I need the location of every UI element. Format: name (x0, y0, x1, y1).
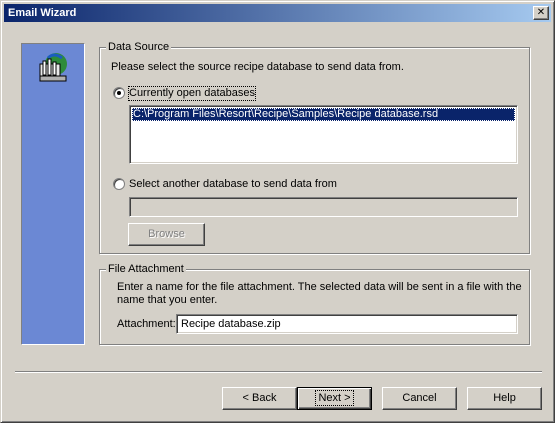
help-button[interactable]: Help (467, 387, 542, 410)
radio-another-database-label[interactable]: Select another database to send data fro… (129, 178, 337, 191)
list-item[interactable]: C:\Program Files\Resort\Recipe\Samples\R… (132, 108, 515, 121)
attachment-input-value: Recipe database.zip (181, 318, 281, 330)
wizard-sidebar (21, 43, 85, 345)
wizard-database-icon (39, 53, 67, 82)
file-attachment-instruction: Enter a name for the file attachment. Th… (117, 281, 522, 306)
radio-currently-open[interactable] (113, 87, 125, 99)
window-title: Email Wizard (8, 7, 77, 19)
cancel-button-label: Cancel (402, 392, 437, 404)
help-button-label: Help (493, 392, 516, 404)
other-database-path-field[interactable] (129, 197, 518, 217)
attachment-label: Attachment: (117, 318, 176, 330)
browse-button-label: Browse (148, 228, 185, 240)
data-source-legend: Data Source (106, 41, 172, 54)
email-wizard-window: Email Wizard ✕ Data Source Please select… (0, 0, 555, 423)
next-button[interactable]: Next > (297, 387, 372, 410)
cancel-button[interactable]: Cancel (382, 387, 457, 410)
back-button-label: < Back (242, 392, 277, 404)
open-databases-list[interactable]: C:\Program Files\Resort\Recipe\Samples\R… (129, 105, 518, 164)
back-button[interactable]: < Back (222, 387, 297, 410)
attachment-input[interactable]: Recipe database.zip (176, 314, 518, 334)
next-button-label: Next > (315, 390, 354, 406)
close-icon[interactable]: ✕ (533, 6, 549, 20)
radio-another-database[interactable] (113, 178, 125, 190)
file-attachment-legend: File Attachment (106, 263, 186, 276)
title-bar[interactable]: Email Wizard ✕ (4, 4, 551, 22)
footer-separator (15, 371, 542, 373)
data-source-instruction: Please select the source recipe database… (111, 61, 404, 73)
radio-currently-open-label[interactable]: Currently open databases (128, 86, 256, 101)
radio-selected-dot (117, 91, 121, 95)
browse-button[interactable]: Browse (128, 223, 205, 246)
